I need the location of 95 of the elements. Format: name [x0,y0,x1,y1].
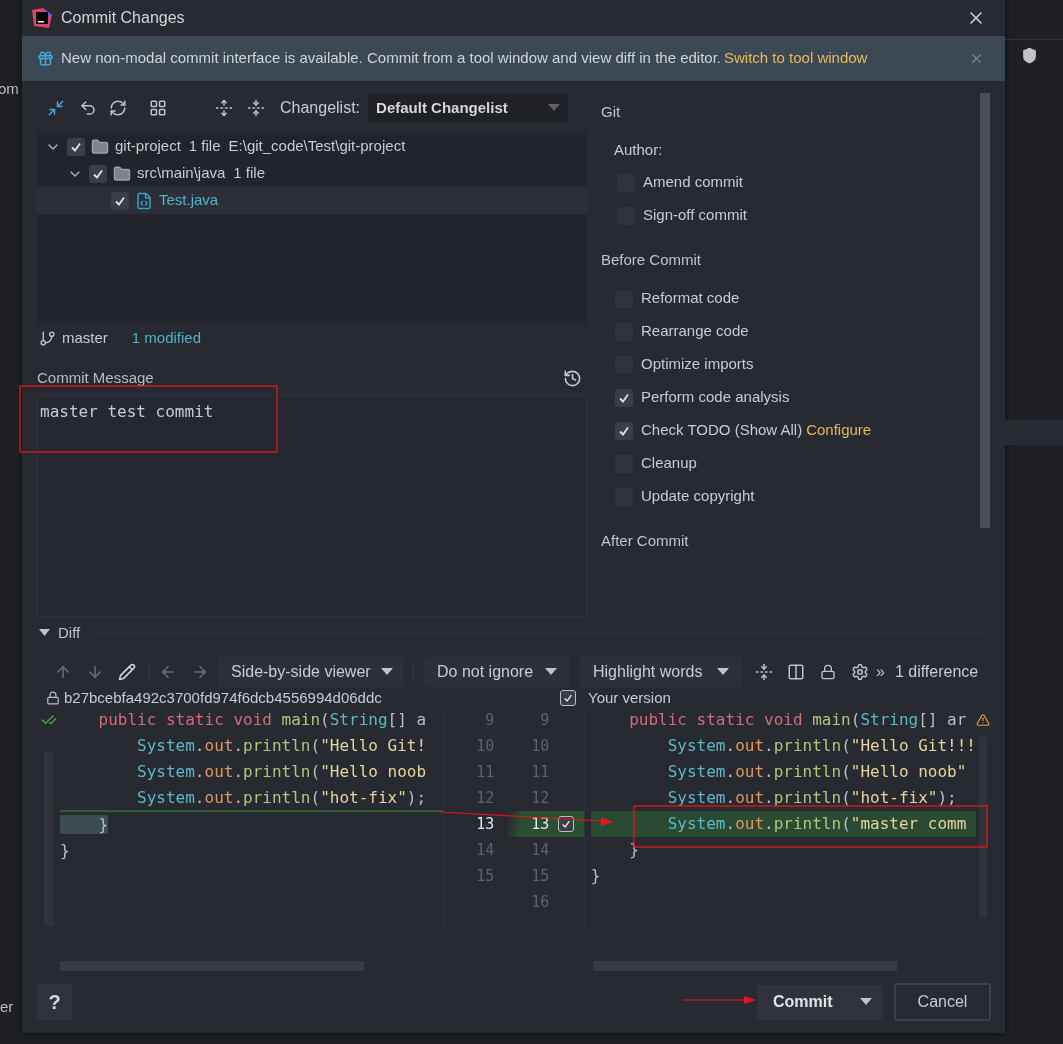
window-title: Commit Changes [61,8,185,28]
option-label[interactable]: Sign-off commit [643,204,747,227]
code-line: System.out.println("Hello Git! [136,735,428,757]
option-label[interactable]: Cleanup [641,452,697,475]
file-name: Test.java [159,190,219,211]
shield-icon [1021,46,1038,64]
code-line: System.out.println("Hello noob" [666,761,968,783]
commit-message-field[interactable]: master test commit [37,395,587,617]
caret-icon [860,998,872,1006]
history-icon[interactable] [563,368,582,388]
section-title: After Commit [601,531,690,551]
caret-icon [380,668,393,676]
caret-icon [545,668,557,676]
checkbox[interactable] [615,388,633,407]
gutter-row-text: 10 10 [475,735,551,757]
file-name: git-project [115,136,181,157]
gutter-row-text: 16 [530,891,551,913]
configure-link[interactable]: Configure [806,419,872,442]
commit-message-text: master test commit [40,402,214,421]
folder-icon [91,137,109,156]
difference-count: 1 difference [894,662,979,682]
option-label[interactable]: Reformat code [641,287,740,310]
checkbox[interactable] [615,421,633,440]
checkbox[interactable] [560,690,576,706]
tree-row[interactable]: Test.java [37,187,587,214]
folder-icon [113,164,131,183]
code-line: System.out.println("Hello noob [136,761,428,783]
highlight-dropdown[interactable]: Highlight words [580,657,742,687]
viewer-dropdown[interactable]: Side-by-side viewer [218,657,403,687]
field-label: Author: [614,140,664,160]
gift-icon [37,50,54,67]
section-title: Before Commit [601,250,703,270]
option-label[interactable]: Amend commit [643,171,744,194]
tree-row[interactable]: git-project 1 file E:\git_code\Test\git-project [37,133,587,160]
code-line: } [60,812,444,838]
switch-link[interactable]: Switch to tool window [724,47,868,70]
java-file-icon [135,191,153,210]
project-path: E:\git_code\Test\git-project [228,136,406,157]
tree-row[interactable]: src\main\java 1 file [37,160,587,187]
branch-name: master [62,327,108,348]
check-icon [70,140,82,153]
collapse-triangle-icon[interactable] [39,629,50,637]
app-logo-icon [31,7,53,29]
ignore-dropdown[interactable]: Do not ignore [424,657,570,687]
file-name: src\main\java [137,163,226,184]
more-button[interactable]: » [876,660,885,684]
caret-icon [548,104,561,112]
commit-button[interactable]: Commit [757,984,882,1020]
section-title: Git [601,102,622,122]
checkbox[interactable] [89,164,107,183]
help-button[interactable]: ? [37,984,72,1020]
code-line: } [60,840,71,862]
warning-icon [976,713,990,727]
gutter-row-text: 9 9 [484,709,551,731]
banner-text: New non-modal commit interface is available. Commit from a tool window and view diff in the editor. [61,48,721,69]
check-icon [618,424,630,437]
branch-icon [39,329,56,347]
option-label[interactable]: Optimize imports [641,353,754,376]
file-count: 1 file [188,136,221,157]
changelist-dropdown[interactable]: Default Changelist [368,94,569,122]
version-label: Your version [588,687,671,708]
code-line: } [590,865,602,887]
file-count: 1 file [233,163,266,184]
code-line: public static void main(String[] a [97,709,428,731]
code-line: public static void main(String[] ar [628,709,968,731]
gutter-row-text: 15 15 [475,865,551,887]
checkbox[interactable] [111,191,129,210]
modified-link[interactable]: 1 modified [131,326,202,350]
check-icon [618,391,630,404]
checkbox[interactable] [558,815,575,832]
scrollbar[interactable] [980,93,990,528]
code-line: System.out.println("hot-fix"); [666,787,958,809]
section-title: Diff [58,622,81,643]
gutter-row-text: 12 12 [475,787,551,809]
code-line: System.out.println("Hello Git!!! [666,735,976,757]
option-label[interactable]: Rearrange code [641,320,749,343]
cancel-button[interactable]: Cancel [894,983,991,1021]
checkbox[interactable] [67,137,85,156]
caret-icon [717,668,729,676]
section-label: Commit Message [37,367,154,388]
revision-hash: b27bcebfa492c3700fd974f6dcb4556994d06ddc [64,687,383,708]
check-icon [92,167,104,180]
lock-icon [46,691,60,705]
check-icon [114,194,126,207]
check-icon [563,693,573,703]
option-label[interactable]: Check TODO (Show All) [641,419,803,442]
option-label[interactable]: Perform code analysis [641,386,790,409]
option-label[interactable]: Update copyright [641,485,755,508]
gutter-row-text: 11 11 [475,761,551,783]
check-icon [561,818,572,829]
changelist-label: Changelist: [280,98,361,118]
code-line: System.out.println("hot-fix"); [60,785,444,812]
background-text: er [0,996,15,1017]
scrollbar[interactable] [979,737,987,917]
gutter-row-text: 14 14 [475,839,551,861]
